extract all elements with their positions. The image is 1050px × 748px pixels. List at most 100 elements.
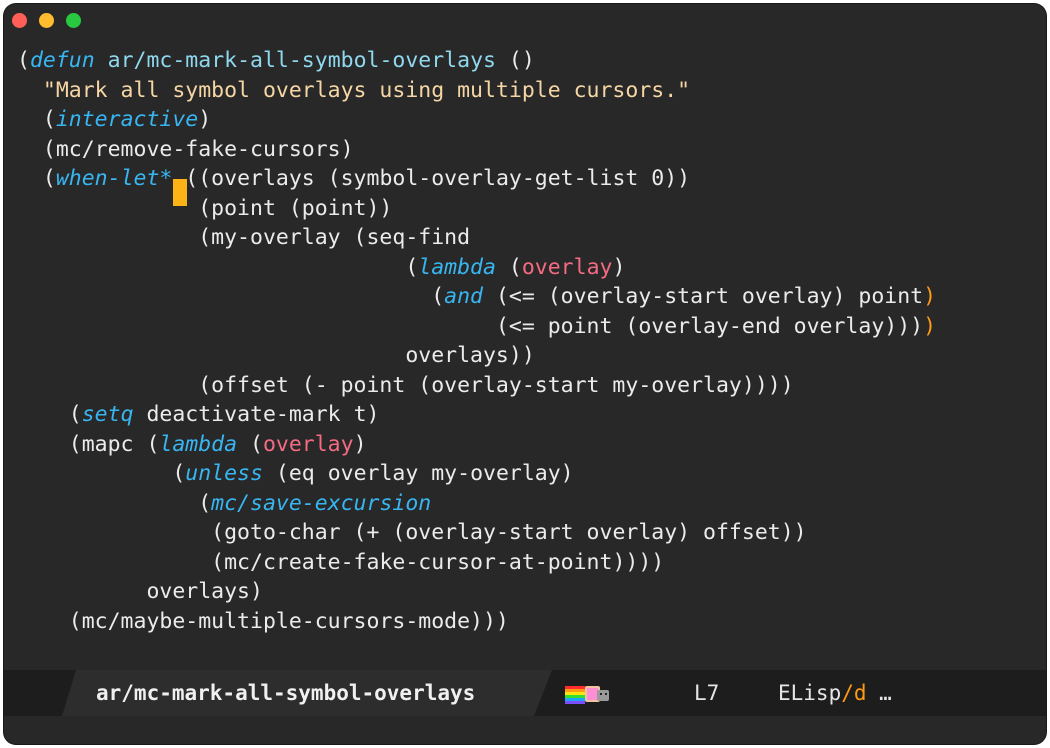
code-line: (<= point (overlay-end overlay)))) bbox=[17, 312, 936, 342]
code-token: (point (point)) bbox=[198, 195, 393, 221]
code-line: (defun ar/mc-mark-all-symbol-overlays () bbox=[17, 46, 936, 76]
code-token: ( bbox=[495, 254, 522, 280]
minimize-button[interactable] bbox=[39, 13, 54, 28]
emacs-window: (defun ar/mc-mark-all-symbol-overlays ()… bbox=[4, 4, 1046, 744]
text-cursor bbox=[173, 179, 187, 206]
code-token: (goto-char (+ (overlay-start overlay) of… bbox=[211, 520, 807, 545]
code-line: (mc/create-fake-cursor-at-point)))) bbox=[17, 548, 936, 578]
zoom-button[interactable] bbox=[66, 13, 81, 28]
code-token: ( bbox=[405, 254, 419, 280]
code-token: ( bbox=[198, 490, 212, 516]
code-token: ) bbox=[353, 431, 367, 457]
code-token: lambda bbox=[418, 254, 496, 280]
code-token: () bbox=[495, 48, 535, 73]
code-token: (mc/maybe-multiple-cursors-mode))) bbox=[68, 608, 509, 634]
code-token: overlay bbox=[262, 431, 354, 457]
code-token: ) bbox=[198, 107, 212, 132]
code-line: (mapc (lambda (overlay) bbox=[17, 430, 936, 460]
mode-indicator[interactable]: ELisp/d … bbox=[778, 670, 892, 716]
code-line: (unless (eq overlay my-overlay) bbox=[17, 459, 936, 489]
code-token: overlays) bbox=[146, 579, 263, 604]
code-line: (setq deactivate-mark t) bbox=[17, 400, 936, 430]
minor-mode: d bbox=[853, 681, 867, 705]
code-token: ( bbox=[42, 166, 56, 191]
code-token: ar/mc-mark-all-symbol-overlays bbox=[107, 48, 496, 73]
line-number: L7 bbox=[694, 681, 720, 705]
title-bar bbox=[4, 4, 1046, 38]
mode-separator: / bbox=[841, 681, 854, 705]
code-token: overlay bbox=[521, 254, 613, 280]
code-token: ( bbox=[237, 431, 263, 457]
code-token: ( bbox=[431, 284, 445, 309]
code-line: "Mark all symbol overlays using multiple… bbox=[17, 76, 936, 106]
code-token: ( bbox=[17, 48, 30, 73]
code-token: (mc/create-fake-cursor-at-point)))) bbox=[211, 549, 665, 575]
code-token: (<= point (overlay-end overlay))) bbox=[495, 313, 924, 339]
major-mode: ELisp bbox=[778, 681, 842, 705]
code-token: ( bbox=[42, 107, 56, 132]
mode-ellipsis: … bbox=[866, 681, 892, 705]
code-token: unless bbox=[185, 461, 263, 486]
code-line: (mc/save-excursion bbox=[17, 489, 936, 519]
code-token: ((overlays (symbol-overlay-get-list 0)) bbox=[172, 166, 691, 191]
code-token: (mapc ( bbox=[68, 431, 160, 457]
code-token: when-let* bbox=[55, 166, 173, 191]
code-token: setq bbox=[81, 402, 134, 427]
buffer-name[interactable]: ar/mc-mark-all-symbol-overlays bbox=[96, 670, 475, 716]
code-line: (lambda (overlay) bbox=[17, 253, 936, 283]
code-line: (my-overlay (seq-find bbox=[17, 223, 936, 253]
code-token: defun bbox=[29, 48, 95, 73]
nyan-cat-icon bbox=[565, 686, 609, 704]
code-line: (offset (- point (overlay-start my-overl… bbox=[17, 371, 936, 401]
code-line: overlays)) bbox=[17, 341, 936, 371]
code-token: (eq overlay my-overlay) bbox=[262, 461, 574, 486]
code-line: (and (<= (overlay-start overlay) point) bbox=[17, 282, 936, 312]
code-line: (mc/remove-fake-cursors) bbox=[17, 135, 936, 165]
code-token: and bbox=[444, 284, 484, 309]
code-token: (mc/remove-fake-cursors) bbox=[42, 136, 354, 162]
code-editor[interactable]: (defun ar/mc-mark-all-symbol-overlays ()… bbox=[17, 46, 936, 636]
code-line: (interactive) bbox=[17, 105, 936, 135]
code-token: "Mark all symbol overlays using multiple… bbox=[42, 77, 691, 103]
code-token: deactivate-mark t) bbox=[133, 402, 380, 427]
code-token: ( bbox=[172, 461, 186, 486]
code-line: overlays) bbox=[17, 577, 936, 607]
code-token: ) bbox=[923, 313, 937, 339]
code-token: mc/save-excursion bbox=[211, 490, 432, 516]
close-button[interactable] bbox=[12, 13, 27, 28]
code-token: lambda bbox=[159, 431, 238, 457]
code-token: (my-overlay (seq-find bbox=[198, 225, 471, 250]
code-line: (when-let* ((overlays (symbol-overlay-ge… bbox=[17, 164, 936, 194]
code-token: overlays)) bbox=[405, 343, 535, 368]
code-token: ) bbox=[612, 254, 626, 280]
code-token: (offset (- point (overlay-start my-overl… bbox=[198, 372, 794, 398]
code-token: interactive bbox=[55, 107, 199, 132]
code-token: ) bbox=[923, 284, 937, 309]
code-line: (mc/maybe-multiple-cursors-mode))) bbox=[17, 607, 936, 637]
mode-line: ar/mc-mark-all-symbol-overlays L7 ELisp/… bbox=[4, 670, 1046, 716]
code-line: (goto-char (+ (overlay-start overlay) of… bbox=[17, 518, 936, 548]
code-token: (<= (overlay-start overlay) point bbox=[483, 284, 924, 309]
code-line: (point (point)) bbox=[17, 194, 936, 224]
code-token: ( bbox=[68, 402, 82, 427]
